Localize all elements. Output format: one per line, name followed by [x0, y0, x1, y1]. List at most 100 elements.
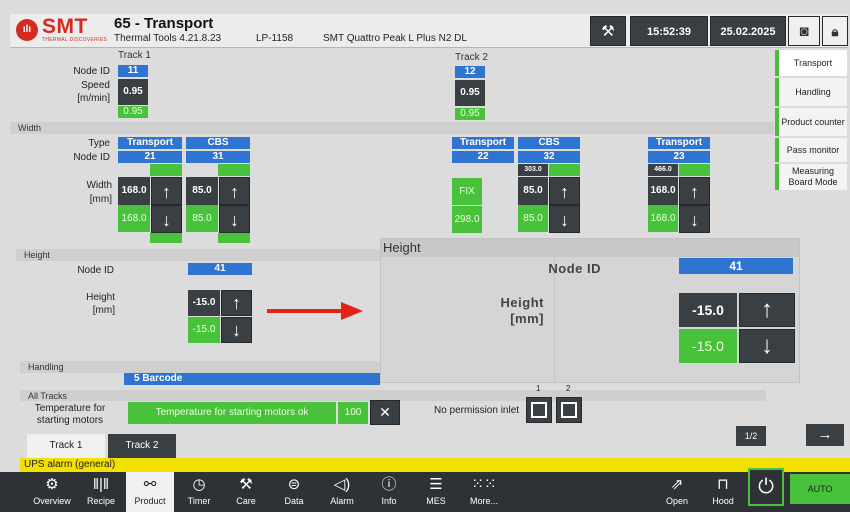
- handling-mode[interactable]: 5 Barcode: [124, 373, 380, 385]
- menu-measuring-board-mode[interactable]: Measuring Board Mode: [775, 164, 847, 190]
- arrow-down-icon: ↓: [230, 210, 239, 230]
- node-id-label: Node ID: [73, 66, 110, 77]
- mes-icon: ☰: [429, 476, 443, 493]
- zoom-height-unit: [mm]: [510, 311, 544, 326]
- zoom-up-button[interactable]: ↑: [739, 293, 795, 327]
- screenshot-button[interactable]: ◙: [788, 16, 820, 46]
- width-col4-up-button[interactable]: ↑: [549, 177, 580, 205]
- lock-icon: 🔒︎: [831, 24, 839, 39]
- nav-label: Alarm: [330, 496, 354, 506]
- data-icon: ⊜: [287, 476, 301, 493]
- nav-alarm[interactable]: ◁) Alarm: [320, 472, 364, 512]
- nav-timer[interactable]: ◷ Timer: [178, 472, 220, 512]
- hood-icon: ⊓: [717, 476, 729, 493]
- nav-open[interactable]: ⇗ Open: [656, 472, 698, 512]
- bottom-nav: ⚙ Overview ‖|‖ Recipe ⚯ Product ◷ Timer …: [0, 472, 850, 512]
- next-page-button[interactable]: →: [806, 424, 844, 446]
- width-section-band: Width: [10, 122, 774, 134]
- zoom-height-value[interactable]: -15.0: [679, 293, 737, 327]
- service-tool-button[interactable]: ⚒: [590, 16, 626, 46]
- logo-text: SMT: [42, 15, 88, 38]
- width-col4-node-id: 32: [518, 151, 580, 163]
- nav-label: Recipe: [86, 496, 115, 506]
- height-down-button[interactable]: ↓: [221, 317, 252, 343]
- type-label: Type: [88, 138, 110, 149]
- arrow-down-icon: ↓: [560, 210, 569, 230]
- arrow-up-icon: ↑: [761, 296, 773, 323]
- width-label: Width: [86, 180, 112, 191]
- width-col4-value[interactable]: 85.0: [518, 177, 548, 205]
- side-menu: Transport Handling Product counter Pass …: [775, 50, 850, 200]
- width-col5-down-button[interactable]: ↓: [679, 205, 710, 233]
- status-strip: [218, 164, 250, 176]
- tab-track-1[interactable]: Track 1: [27, 434, 105, 458]
- width-col1-actual: 168.0: [118, 205, 150, 232]
- nav-label: Overview: [33, 496, 71, 506]
- width-col2-value[interactable]: 85.0: [186, 177, 218, 205]
- nav-product[interactable]: ⚯ Product: [126, 472, 174, 512]
- temperature-cancel-button[interactable]: ✕: [370, 400, 400, 425]
- height-label: Height: [86, 292, 115, 303]
- menu-transport[interactable]: Transport: [775, 50, 847, 76]
- track2-speed[interactable]: 0.95: [455, 80, 485, 106]
- close-icon: ✕: [379, 404, 391, 420]
- zoom-down-button[interactable]: ↓: [739, 329, 795, 363]
- page-title: 65 - Transport: [114, 15, 214, 32]
- width-col4-down-button[interactable]: ↓: [549, 205, 580, 233]
- nav-recipe[interactable]: ‖|‖ Recipe: [78, 472, 124, 512]
- width-col5-value[interactable]: 168.0: [648, 177, 678, 205]
- machine-id: LP-1158: [256, 33, 294, 44]
- width-col2-type: CBS: [186, 137, 250, 149]
- tab-track-2[interactable]: Track 2: [108, 434, 176, 458]
- width-col2-down-button[interactable]: ↓: [219, 205, 250, 233]
- power-icon: ⏻: [758, 476, 774, 498]
- alarm-bar[interactable]: UPS alarm (general): [20, 458, 850, 472]
- menu-handling[interactable]: Handling: [775, 78, 847, 106]
- height-unit-label: [mm]: [92, 305, 115, 316]
- width-col2-up-button[interactable]: ↑: [219, 177, 250, 205]
- zoom-node-id: 41: [679, 258, 793, 274]
- arrow-up-icon: ↑: [560, 182, 569, 202]
- nav-more[interactable]: ⁙⁙ More...: [462, 472, 506, 512]
- height-value[interactable]: -15.0: [188, 290, 220, 316]
- width-col4-actual: 85.0: [518, 205, 548, 232]
- app-version: Thermal Tools 4.21.8.23: [114, 33, 222, 44]
- menu-product-counter[interactable]: Product counter: [775, 108, 847, 136]
- clock-icon: ◷: [192, 476, 206, 493]
- width-col1-up-button[interactable]: ↑: [151, 177, 182, 205]
- track1-speed[interactable]: 0.95: [118, 79, 148, 105]
- arrow-up-icon: ↑: [162, 182, 171, 202]
- arrow-down-icon: ↓: [690, 210, 699, 230]
- status-strip: [150, 233, 182, 243]
- width-unit-label: [mm]: [89, 194, 112, 205]
- width-col3-actual: 298.0: [452, 206, 482, 233]
- width-col5-type: Transport: [648, 137, 710, 149]
- nav-hood[interactable]: ⊓ Hood: [702, 472, 744, 512]
- nav-label: Data: [284, 496, 304, 506]
- width-col1-down-button[interactable]: ↓: [151, 205, 182, 233]
- width-col5-up-button[interactable]: ↑: [679, 177, 710, 205]
- arrow-up-icon: ↑: [690, 182, 699, 202]
- nav-mes[interactable]: ☰ MES: [414, 472, 458, 512]
- user-level-button[interactable]: 🔒︎: [822, 16, 848, 46]
- height-up-button[interactable]: ↑: [221, 290, 252, 316]
- width-col1-type: Transport: [118, 137, 182, 149]
- nav-label: MES: [426, 496, 446, 506]
- arrow-up-icon: ↑: [230, 182, 239, 202]
- status-strip: [218, 233, 250, 243]
- machine-name: SMT Quattro Peak L Plus N2 DL: [323, 33, 467, 44]
- nav-info[interactable]: ⓘ Info: [368, 472, 410, 512]
- power-button[interactable]: ⏻: [748, 468, 784, 506]
- nav-label: Care: [236, 496, 256, 506]
- track1-node-id: 11: [118, 65, 148, 77]
- width-col1-value[interactable]: 168.0: [118, 177, 150, 205]
- no-permission-inlet-label: No permission inlet: [434, 405, 520, 416]
- nav-care[interactable]: ⚒ Care: [224, 472, 268, 512]
- inlet-1-checkbox[interactable]: [526, 397, 552, 423]
- nav-label: Open: [665, 496, 689, 506]
- width-col2-actual: 85.0: [186, 205, 218, 232]
- nav-overview[interactable]: ⚙ Overview: [28, 472, 76, 512]
- menu-pass-monitor[interactable]: Pass monitor: [775, 138, 847, 162]
- nav-data[interactable]: ⊜ Data: [272, 472, 316, 512]
- inlet-2-checkbox[interactable]: [556, 397, 582, 423]
